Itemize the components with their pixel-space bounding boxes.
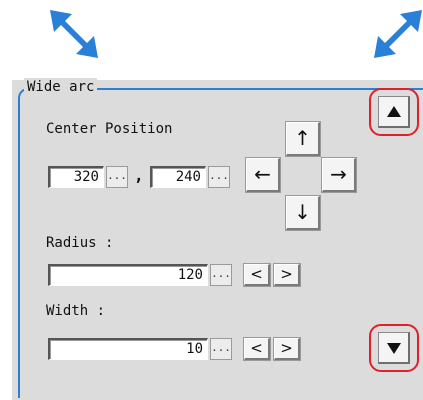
coordinate-separator: , bbox=[134, 166, 144, 185]
chevron-right-icon: > bbox=[280, 339, 293, 357]
chevron-left-icon: < bbox=[250, 339, 263, 357]
arrow-up-icon: ↑ bbox=[294, 126, 311, 150]
center-x-field[interactable]: 320 bbox=[48, 166, 104, 188]
radius-decrement-button[interactable]: < bbox=[243, 263, 271, 287]
move-down-button[interactable]: ↓ bbox=[285, 195, 321, 231]
center-x-more-button[interactable]: ... bbox=[106, 166, 128, 188]
wide-arc-legend: Wide arc bbox=[24, 78, 98, 96]
scroll-down-button[interactable] bbox=[378, 332, 410, 364]
width-increment-button[interactable]: > bbox=[273, 337, 301, 361]
radius-increment-button[interactable]: > bbox=[273, 263, 301, 287]
move-up-button[interactable]: ↑ bbox=[285, 121, 321, 157]
radius-label: Radius : bbox=[46, 235, 114, 251]
radius-more-button[interactable]: ... bbox=[210, 264, 232, 286]
chevron-right-icon: > bbox=[280, 265, 293, 283]
width-more-button[interactable]: ... bbox=[210, 338, 232, 360]
arrow-left-icon: ← bbox=[254, 162, 271, 186]
arrow-right-icon: → bbox=[330, 162, 347, 186]
width-label: Width : bbox=[46, 303, 106, 319]
width-field[interactable]: 10 bbox=[48, 338, 208, 360]
center-position-label: Center Position bbox=[46, 121, 173, 137]
move-left-button[interactable]: ← bbox=[245, 157, 281, 193]
chevron-left-icon: < bbox=[250, 265, 263, 283]
diagonal-resize-nesw-icon bbox=[374, 10, 422, 58]
scroll-up-button[interactable] bbox=[378, 96, 410, 128]
width-decrement-button[interactable]: < bbox=[243, 337, 271, 361]
diagonal-resize-nwse-icon bbox=[50, 10, 98, 58]
arrow-down-icon: ↓ bbox=[294, 200, 311, 224]
center-y-field[interactable]: 240 bbox=[150, 166, 206, 188]
triangle-up-icon bbox=[387, 106, 401, 117]
triangle-down-icon bbox=[387, 343, 401, 354]
radius-field[interactable]: 120 bbox=[48, 264, 208, 286]
move-right-button[interactable]: → bbox=[321, 157, 357, 193]
center-y-more-button[interactable]: ... bbox=[208, 166, 230, 188]
